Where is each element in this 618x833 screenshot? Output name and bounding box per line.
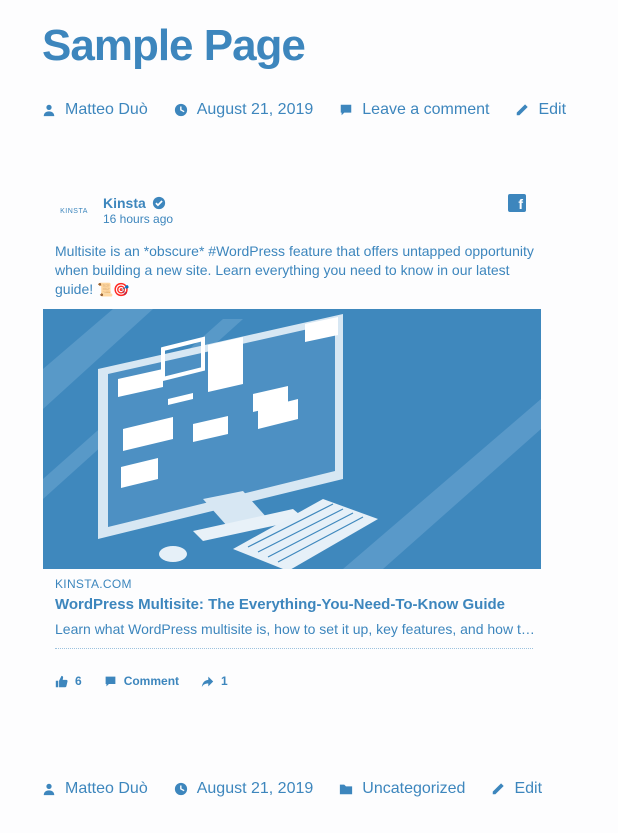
facebook-icon[interactable]: f bbox=[508, 194, 526, 212]
link-title[interactable]: WordPress Multisite: The Everything-You-… bbox=[55, 596, 535, 613]
edit-link[interactable]: Edit bbox=[538, 101, 566, 119]
verified-badge-icon bbox=[152, 196, 165, 210]
user-icon bbox=[43, 104, 55, 117]
author-link[interactable]: Matteo Duò bbox=[65, 780, 148, 798]
date-link[interactable]: August 21, 2019 bbox=[197, 101, 314, 119]
post-author[interactable]: Kinsta bbox=[103, 195, 166, 211]
clock-icon bbox=[174, 782, 187, 796]
meta-edit[interactable]: Edit bbox=[491, 780, 542, 798]
pencil-icon bbox=[493, 783, 505, 795]
link-preview-image[interactable] bbox=[43, 309, 541, 569]
post-meta-bottom: Matteo Duò August 21, 2019 Uncategorized… bbox=[42, 780, 568, 798]
meta-author[interactable]: Matteo Duò bbox=[42, 101, 148, 119]
comment-label: Comment bbox=[123, 674, 180, 688]
share-icon bbox=[201, 676, 214, 687]
meta-edit[interactable]: Edit bbox=[515, 101, 566, 119]
facebook-post-embed: KINSTA Kinsta 16 hours ago f Multisite i… bbox=[43, 182, 543, 702]
pencil-icon bbox=[517, 104, 529, 116]
leave-comment-link[interactable]: Leave a comment bbox=[362, 101, 489, 119]
author-link[interactable]: Matteo Duò bbox=[65, 101, 148, 119]
edit-link[interactable]: Edit bbox=[514, 780, 542, 798]
comment-icon bbox=[341, 104, 352, 116]
like-button[interactable]: 6 bbox=[55, 674, 82, 688]
post-text: Multisite is an *obscure* #WordPress fea… bbox=[55, 242, 535, 299]
link-domain[interactable]: KINSTA.COM bbox=[55, 577, 132, 591]
meta-comments[interactable]: Leave a comment bbox=[339, 101, 489, 119]
user-icon bbox=[43, 783, 55, 796]
meta-author[interactable]: Matteo Duò bbox=[42, 780, 148, 798]
post-actions: 6 Comment 1 bbox=[55, 674, 250, 688]
share-count: 1 bbox=[221, 674, 228, 688]
date-link[interactable]: August 21, 2019 bbox=[197, 780, 314, 798]
folder-icon bbox=[340, 784, 353, 795]
meta-date[interactable]: August 21, 2019 bbox=[174, 780, 314, 798]
category-link[interactable]: Uncategorized bbox=[362, 780, 465, 798]
meta-date[interactable]: August 21, 2019 bbox=[174, 101, 314, 119]
page-title: Sample Page bbox=[42, 21, 306, 70]
like-count: 6 bbox=[75, 674, 82, 688]
avatar[interactable]: KINSTA bbox=[53, 196, 95, 226]
post-emoji: 📜🎯 bbox=[97, 282, 130, 297]
clock-icon bbox=[174, 103, 187, 117]
post-meta-top: Matteo Duò August 21, 2019 Leave a comme… bbox=[42, 101, 592, 119]
share-button[interactable]: 1 bbox=[201, 674, 228, 688]
thumbs-up-icon bbox=[55, 675, 68, 687]
post-author-name[interactable]: Kinsta bbox=[103, 195, 146, 211]
post-timestamp[interactable]: 16 hours ago bbox=[103, 212, 173, 226]
computer-illustration bbox=[43, 309, 541, 569]
divider bbox=[55, 648, 533, 649]
meta-category[interactable]: Uncategorized bbox=[339, 780, 465, 798]
comment-button[interactable]: Comment bbox=[104, 674, 179, 688]
comment-icon bbox=[105, 676, 116, 686]
link-description[interactable]: Learn what WordPress multisite is, how t… bbox=[55, 621, 535, 637]
